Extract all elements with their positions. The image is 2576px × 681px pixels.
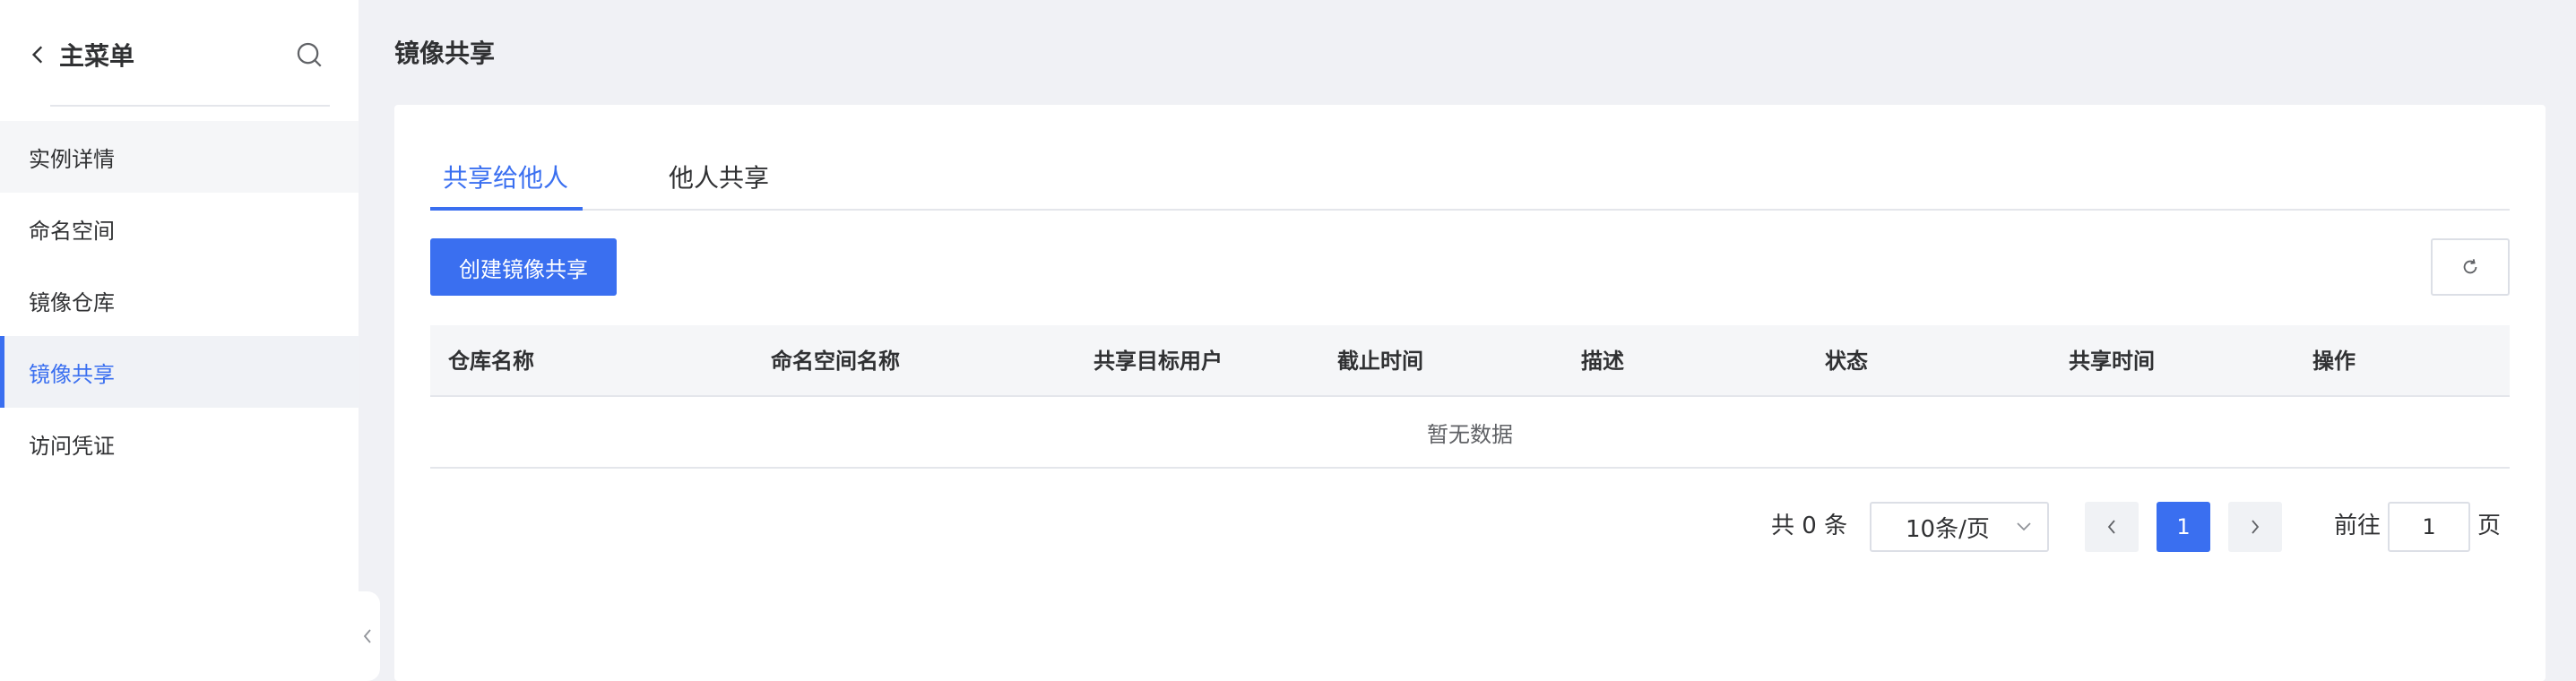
sidebar: 主菜单 实例详情 命名空间 镜像仓库 镜像共享 访问凭证 [0, 0, 359, 681]
column-header-deadline: 截止时间 [1337, 349, 1423, 374]
sidebar-item-image-repositories[interactable]: 镜像仓库 [0, 264, 359, 336]
page-size-select[interactable]: 10条/页 [1870, 502, 2049, 552]
page-title: 镜像共享 [394, 39, 496, 68]
sidebar-item-label: 实例详情 [29, 146, 115, 172]
chevron-left-icon [2107, 520, 2115, 534]
page-number-button[interactable]: 1 [2157, 502, 2210, 552]
column-header-description: 描述 [1581, 349, 1624, 374]
pagination: 共 0 条 10条/页 1 前往 页 [394, 499, 2546, 553]
column-header-actions: 操作 [2312, 349, 2356, 374]
sidebar-divider [50, 105, 330, 107]
chevron-left-icon [31, 46, 43, 64]
sidebar-header: 主菜单 [0, 0, 359, 108]
tab-active-indicator [430, 207, 583, 211]
search-icon[interactable] [294, 39, 324, 70]
column-header-status: 状态 [1825, 349, 1868, 374]
back-button[interactable]: 主菜单 [27, 36, 134, 73]
tab-bar: 共享给他人 他人共享 [430, 155, 2510, 211]
sidebar-item-label: 镜像仓库 [29, 289, 115, 315]
pagination-total: 共 0 条 [1771, 513, 1848, 539]
sidebar-menu: 实例详情 命名空间 镜像仓库 镜像共享 访问凭证 [0, 121, 359, 479]
column-header-namespace: 命名空间名称 [771, 349, 900, 374]
refresh-icon [2463, 259, 2477, 274]
prev-page-button[interactable] [2085, 502, 2139, 552]
chevron-left-icon [363, 629, 371, 643]
sidebar-title: 主菜单 [59, 41, 135, 71]
refresh-button[interactable] [2431, 238, 2510, 296]
tab-shared-to-others[interactable]: 共享给他人 [443, 155, 568, 211]
sidebar-item-image-sharing[interactable]: 镜像共享 [0, 336, 359, 408]
sidebar-item-label: 命名空间 [29, 218, 115, 244]
content-card: 共享给他人 他人共享 创建镜像共享 仓库名称 命名空间名称 共享目标用户 截止时… [394, 105, 2546, 681]
column-header-target-user: 共享目标用户 [1094, 349, 1223, 374]
column-header-repository: 仓库名称 [448, 349, 534, 374]
chevron-down-icon [2017, 522, 2031, 531]
page-size-value: 10条/页 [1906, 515, 1990, 543]
share-table: 仓库名称 命名空间名称 共享目标用户 截止时间 描述 状态 共享时间 操作 暂无… [430, 325, 2510, 469]
goto-prefix-label: 前往 [2334, 513, 2382, 539]
sidebar-item-access-credentials[interactable]: 访问凭证 [0, 408, 359, 479]
chevron-right-icon [2252, 520, 2260, 534]
next-page-button[interactable] [2228, 502, 2282, 552]
goto-page-input[interactable] [2388, 502, 2470, 552]
sidebar-item-instance-details[interactable]: 实例详情 [0, 121, 359, 193]
app-root: 主菜单 实例详情 命名空间 镜像仓库 镜像共享 访问凭证 镜像共享 共享给他人 … [0, 0, 2576, 681]
sidebar-item-namespaces[interactable]: 命名空间 [0, 193, 359, 264]
sidebar-item-label: 镜像共享 [29, 361, 115, 387]
tab-shared-by-others[interactable]: 他人共享 [669, 155, 769, 211]
goto-suffix-label: 页 [2477, 513, 2502, 539]
column-header-share-time: 共享时间 [2069, 349, 2155, 374]
table-header: 仓库名称 命名空间名称 共享目标用户 截止时间 描述 状态 共享时间 操作 [430, 325, 2510, 397]
create-image-share-button[interactable]: 创建镜像共享 [430, 238, 617, 296]
sidebar-item-label: 访问凭证 [29, 433, 115, 459]
table-empty-state: 暂无数据 [430, 397, 2510, 469]
sidebar-collapse-button[interactable] [355, 591, 380, 681]
